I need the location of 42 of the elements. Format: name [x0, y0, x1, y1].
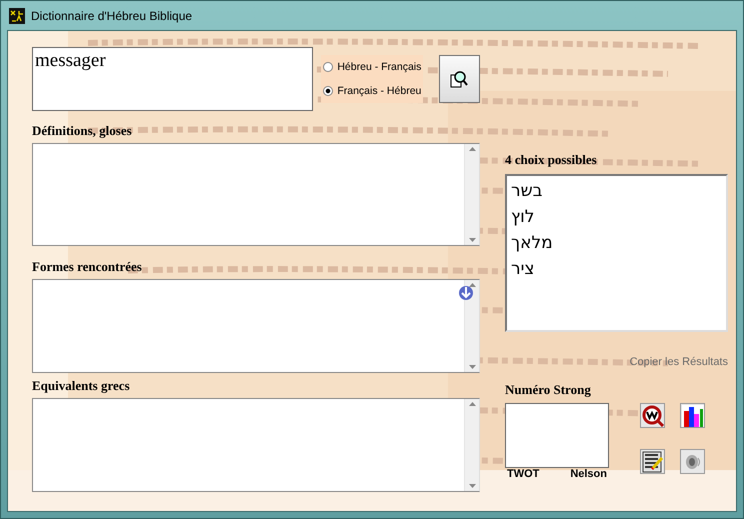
choices-label: 4 choix possibles — [505, 152, 598, 168]
choice-item[interactable]: לוץ — [511, 204, 534, 230]
search-button[interactable] — [438, 55, 480, 103]
scroll-up-arrow-icon[interactable] — [468, 402, 476, 406]
app-logo-icon — [9, 8, 25, 24]
scroll-down-arrow-icon[interactable] — [468, 238, 476, 242]
radio-indicator[interactable] — [323, 86, 334, 96]
strong-label: Numéro Strong — [505, 382, 592, 398]
choice-item[interactable]: בשר — [511, 178, 542, 204]
scroll-up-arrow-icon[interactable] — [468, 147, 476, 151]
text-area[interactable] — [32, 143, 480, 246]
scroll-down-arrow-icon[interactable] — [468, 484, 476, 488]
text-area[interactable] — [32, 279, 480, 373]
choice-item[interactable]: ציר — [511, 256, 534, 282]
magnifier-w-icon — [642, 404, 664, 426]
down-arrow-badge-icon[interactable] — [458, 285, 474, 301]
text-area[interactable] — [32, 398, 480, 492]
tool-button[interactable] — [680, 403, 705, 428]
window-title: Dictionnaire d'Hébreu Biblique — [31, 8, 192, 22]
direction-radio[interactable]: Hébreu - Français — [323, 61, 423, 73]
choice-item[interactable]: מלאך — [511, 230, 553, 256]
scrollbar[interactable] — [464, 399, 479, 491]
tool-button[interactable] — [640, 403, 665, 428]
section-label: Equivalents grecs — [32, 378, 131, 394]
scrollbar[interactable] — [464, 280, 479, 372]
section-label: Définitions, gloses — [32, 123, 133, 139]
bar-chart-icon — [682, 404, 704, 426]
scroll-up-arrow-icon[interactable] — [468, 283, 476, 287]
column-label: TWOT — [507, 468, 540, 480]
column-label: Nelson — [570, 468, 607, 480]
strong-field[interactable] — [505, 403, 609, 468]
search-icon — [450, 70, 468, 88]
copy-results-link[interactable]: Copier les Résultats — [630, 356, 728, 368]
radio-indicator[interactable] — [323, 62, 334, 72]
tool-button[interactable] — [640, 449, 665, 474]
notepad-pencil-icon — [642, 450, 664, 472]
search-field[interactable]: messager — [32, 47, 314, 111]
scroll-down-arrow-icon[interactable] — [468, 365, 476, 369]
speaker-icon — [684, 452, 702, 470]
scrollbar[interactable] — [464, 144, 479, 245]
section-label: Formes rencontrées — [32, 259, 143, 275]
direction-radio[interactable]: Français - Hébreu — [323, 85, 423, 97]
